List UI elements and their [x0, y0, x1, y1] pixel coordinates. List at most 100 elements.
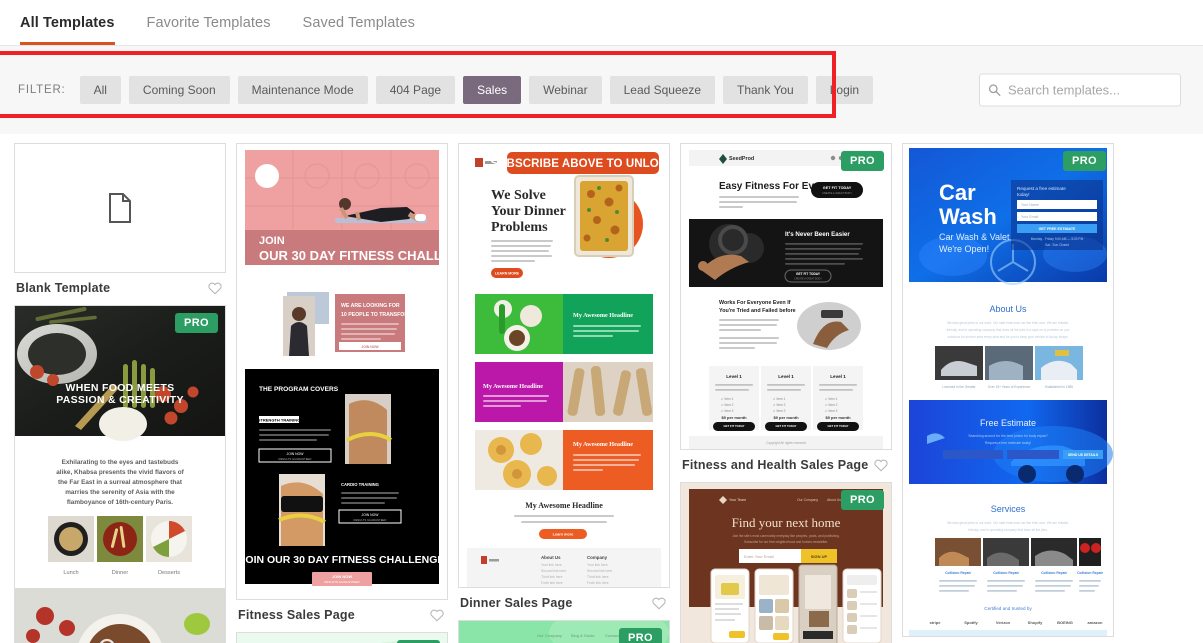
- svg-text:About Us: About Us: [827, 498, 841, 502]
- filter-chip-all[interactable]: All: [79, 76, 121, 104]
- card-title: Blank Template: [16, 281, 111, 295]
- svg-text:Established in 1985: Established in 1985: [1045, 385, 1073, 389]
- template-card-fitness[interactable]: JOIN OUR 30 DAY FITNESS CHALLENGE WE ARE…: [236, 143, 448, 600]
- svg-text:Searching around for the best: Searching around for the best prices for…: [968, 434, 1047, 438]
- svg-text:PASSION & CREATIVITY: PASSION & CREATIVITY: [56, 394, 184, 406]
- svg-text:✔ Item 3: ✔ Item 3: [825, 409, 838, 413]
- svg-text:Your Email: Your Email: [1021, 215, 1038, 219]
- filter-chip-login[interactable]: Login: [815, 76, 874, 104]
- filter-chip-group: FILTER: All Coming Soon Maintenance Mode…: [0, 76, 874, 104]
- svg-text:SeedProd: SeedProd: [729, 156, 754, 162]
- tab-all-templates[interactable]: All Templates: [20, 15, 115, 45]
- svg-text:GET FIT TODAY: GET FIT TODAY: [796, 272, 821, 276]
- fitness-template-thumbnail: JOIN OUR 30 DAY FITNESS CHALLENGE WE ARE…: [237, 144, 447, 599]
- svg-text:$9 per month: $9 per month: [721, 415, 747, 420]
- document-icon: [109, 193, 131, 223]
- svg-text:SUBSCRIBE ABOVE TO UNLOCK: SUBSCRIBE ABOVE TO UNLOCK: [490, 158, 669, 170]
- template-card-car-wash[interactable]: PRO Car Wash Car Wash & Valet We're Open…: [902, 143, 1114, 637]
- svg-text:today!: today!: [1017, 192, 1030, 197]
- svg-text:JOIN OUR 30 DAY FITNESS CHALLE: JOIN OUR 30 DAY FITNESS CHALLENGE: [240, 554, 445, 566]
- svg-text:Over 15+ Years of Experience: Over 15+ Years of Experience: [988, 385, 1031, 389]
- svg-text:WHEN FOOD MEETS: WHEN FOOD MEETS: [66, 382, 175, 394]
- filter-chip-thank-you[interactable]: Thank You: [723, 76, 808, 104]
- svg-text:GET FREE ESTIMATE: GET FREE ESTIMATE: [1039, 227, 1076, 231]
- svg-text:JOIN NOW: JOIN NOW: [362, 513, 380, 517]
- svg-text:Verizon: Verizon: [996, 620, 1011, 625]
- filter-chip-webinar[interactable]: Webinar: [529, 76, 602, 104]
- template-card-blank[interactable]: [14, 143, 226, 273]
- svg-text:Certified and trusted by: Certified and trusted by: [984, 606, 1032, 611]
- filter-label: FILTER:: [18, 84, 66, 96]
- tab-favorite-templates[interactable]: Favorite Templates: [147, 15, 271, 45]
- filter-bar: FILTER: All Coming Soon Maintenance Mode…: [0, 46, 1203, 134]
- svg-text:CARDIO TRAINING: CARDIO TRAINING: [341, 482, 379, 487]
- svg-text:Second link here: Second link here: [587, 569, 612, 573]
- card-title: Dinner Sales Page: [460, 596, 573, 610]
- svg-text:Collision Repair: Collision Repair: [945, 571, 971, 575]
- svg-text:We take great pride in our wor: We take great pride in our work. Our sta…: [947, 521, 1069, 525]
- svg-text:✔ Item 2: ✔ Item 2: [773, 403, 786, 407]
- svg-text:Your Team: Your Team: [729, 498, 746, 502]
- svg-text:solutions for service area eve: solutions for service area every year an…: [948, 335, 1069, 339]
- svg-text:LEARN MORE: LEARN MORE: [495, 272, 520, 276]
- favorite-heart-icon[interactable]: [652, 597, 666, 610]
- svg-text:About Us: About Us: [989, 304, 1027, 314]
- svg-text:amazon: amazon: [1088, 620, 1103, 625]
- filter-chip-404-page[interactable]: 404 Page: [375, 76, 456, 104]
- svg-text:Company: Company: [587, 555, 608, 560]
- card-title-row: Dinner Sales Page: [458, 588, 670, 620]
- tab-saved-templates[interactable]: Saved Templates: [303, 15, 415, 45]
- svg-text:10 PEOPLE TO TRANSFORM: 10 PEOPLE TO TRANSFORM: [341, 312, 412, 318]
- favorite-heart-icon[interactable]: [874, 459, 888, 472]
- template-card-fitness-health[interactable]: PRO SeedProd Easy Fitness For Everyone. …: [680, 143, 892, 450]
- template-card-green-partial[interactable]: PRO: [236, 632, 448, 643]
- svg-text:✔ Item 1: ✔ Item 1: [825, 397, 838, 401]
- svg-text:Car: Car: [939, 180, 976, 205]
- svg-text:Problems: Problems: [491, 220, 548, 235]
- search-box[interactable]: [979, 73, 1181, 107]
- svg-text:GET FIT TODAY: GET FIT TODAY: [776, 424, 797, 428]
- svg-text:SEND US DETAILS: SEND US DETAILS: [1068, 453, 1099, 457]
- svg-text:WE ARE LOOKING FOR: WE ARE LOOKING FOR: [341, 303, 400, 309]
- svg-text:Join the site's most community: Join the site's most community everyday …: [732, 534, 840, 538]
- svg-text:You're Tried and Failed before: You're Tried and Failed before: [719, 308, 796, 314]
- filter-chip-lead-squeeze[interactable]: Lead Squeeze: [609, 76, 715, 104]
- svg-text:Your link here: Your link here: [541, 563, 562, 567]
- pro-badge: PRO: [174, 313, 218, 333]
- template-card-dinner[interactable]: SUBSCRIBE ABOVE TO UNLOCK We Solve Your …: [458, 143, 670, 588]
- svg-text:✔ Item 1: ✔ Item 1: [773, 397, 786, 401]
- template-card-real-estate[interactable]: PRO Your Team Our CompanyAbout UsHow Doe…: [680, 482, 892, 643]
- template-card-green-partial-2[interactable]: PRO Our Company Blog & Guide Contact: [458, 620, 670, 643]
- svg-text:RESULTS GUARANTEED: RESULTS GUARANTEED: [324, 580, 360, 584]
- svg-text:Forth link here: Forth link here: [541, 581, 563, 585]
- svg-text:Third link here: Third link here: [587, 575, 609, 579]
- svg-text:GET FIT TODAY: GET FIT TODAY: [724, 424, 745, 428]
- svg-text:Collision Repair: Collision Repair: [1041, 571, 1067, 575]
- svg-text:Car Wash & Valet: Car Wash & Valet: [939, 232, 1010, 242]
- filter-chip-coming-soon[interactable]: Coming Soon: [128, 76, 230, 104]
- svg-text:✔ Item 2: ✔ Item 2: [825, 403, 838, 407]
- svg-text:Collision Repair: Collision Repair: [1077, 571, 1103, 575]
- template-card-food[interactable]: PRO WHEN FOOD MEETS PASSION & CREATIVITY…: [14, 305, 226, 643]
- svg-text:Your Name: Your Name: [1021, 203, 1039, 207]
- filter-chip-maintenance-mode[interactable]: Maintenance Mode: [237, 76, 368, 104]
- fitness-health-thumbnail: SeedProd Easy Fitness For Everyone. GET …: [681, 144, 891, 449]
- favorite-heart-icon[interactable]: [208, 282, 222, 295]
- filter-chip-sales[interactable]: Sales: [463, 76, 522, 104]
- svg-text:Our Company: Our Company: [797, 498, 818, 502]
- favorite-heart-icon[interactable]: [430, 609, 444, 622]
- svg-text:Services: Services: [991, 504, 1026, 514]
- svg-text:CREATE A GREAT BODY: CREATE A GREAT BODY: [794, 278, 822, 281]
- svg-text:Learn more: Learn more: [553, 533, 574, 537]
- pro-badge: PRO: [840, 151, 884, 171]
- template-column-4: PRO SeedProd Easy Fitness For Everyone. …: [680, 143, 892, 643]
- svg-text:Copyright All rights reserved: Copyright All rights reserved: [766, 441, 806, 445]
- svg-text:Level 1: Level 1: [726, 374, 742, 379]
- search-input[interactable]: [1008, 82, 1172, 98]
- car-wash-thumbnail: Car Wash Car Wash & Valet We're Open! Re…: [903, 144, 1113, 636]
- food-template-thumbnail: WHEN FOOD MEETS PASSION & CREATIVITY Exh…: [15, 306, 225, 643]
- template-column-1: Blank Template PRO WHEN FOOD MEETS PASSI…: [14, 143, 226, 643]
- svg-text:flamboyance of 16th-century Pa: flamboyance of 16th-century Paris.: [67, 499, 173, 506]
- svg-text:Our Company: Our Company: [537, 633, 562, 638]
- svg-text:My Awesome Headline: My Awesome Headline: [483, 383, 543, 390]
